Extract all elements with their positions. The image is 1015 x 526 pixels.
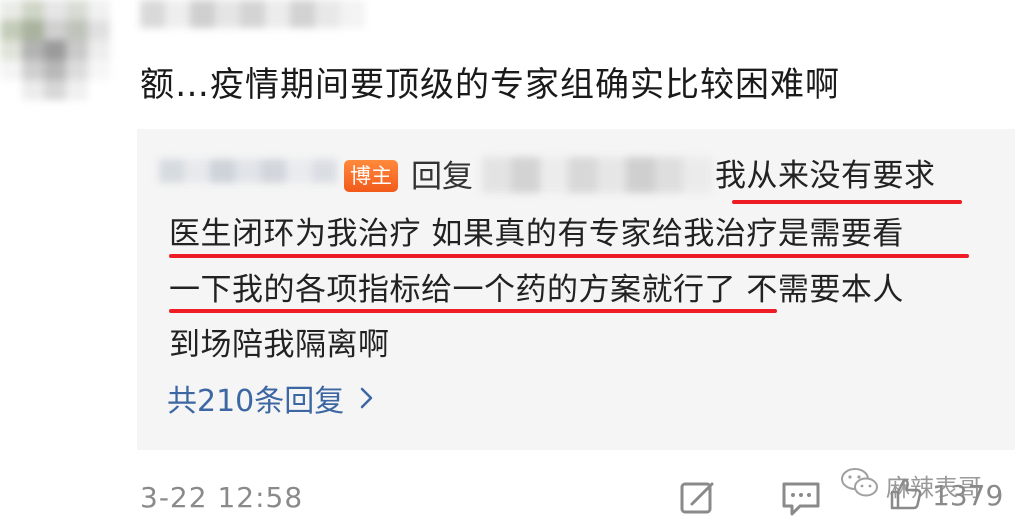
reply-preview[interactable]: 博主 回复 我从来没有要求 医生闭环为我治疗 如果真的有专家给我治疗是需要看 一… [137,129,1015,450]
reply-to-label: 回复 [411,159,473,195]
author-badge: 博主 [344,160,398,192]
commenter-name-redacted[interactable] [140,0,365,28]
view-all-replies-link[interactable]: 共210条回复 [167,381,374,422]
wechat-icon [840,466,880,504]
highlight-underline [732,200,962,204]
highlight-underline [169,254,969,258]
reply-count-label[interactable]: 共210条回复 [167,384,344,419]
reply-text-line: 一下我的各项指标给一个药的方案就行了 不需要本人 [169,272,904,308]
reply-target-redacted[interactable] [482,157,712,193]
reply-text-line: 我从来没有要求 [715,158,936,194]
like-count: 1379 [932,479,1004,512]
avatar[interactable] [0,0,110,100]
comment-text: 额…疫情期间要顶级的专家组确实比较困难啊 [140,65,840,105]
highlight-underline [169,309,777,313]
comment-icon[interactable] [780,478,822,522]
comment-timestamp: 3-22 12:58 [140,481,304,514]
edit-icon[interactable] [678,478,718,522]
chevron-right-icon [360,381,374,421]
reply-text-line: 到场陪我隔离啊 [169,327,390,363]
thumbs-up-icon [888,476,924,516]
reply-author-redacted[interactable] [159,159,337,183]
reply-text-line: 医生闭环为我治疗 如果真的有专家给我治疗是需要看 [169,216,904,252]
like-button[interactable]: 1379 [888,476,1003,516]
